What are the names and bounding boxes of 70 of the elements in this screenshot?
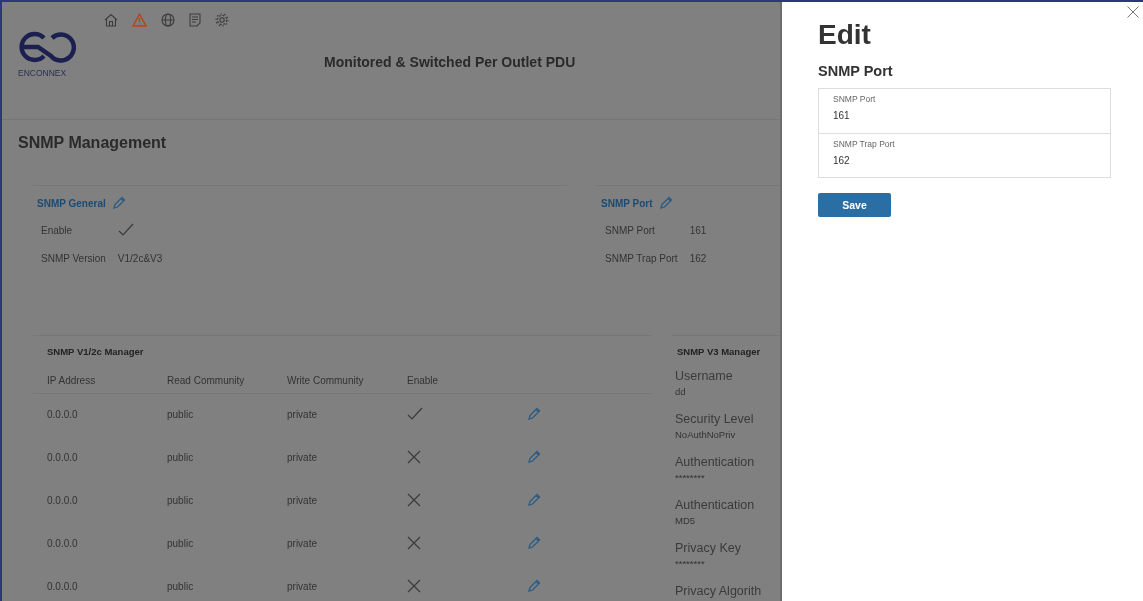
home-icon[interactable] <box>104 13 118 27</box>
field-label: Authentication <box>675 455 756 469</box>
field-label: SNMP Port <box>833 94 876 104</box>
field-value: MD5 <box>675 515 697 526</box>
column-header: Read Community <box>167 375 245 387</box>
table-cell: 0.0.0.0 <box>47 409 78 421</box>
table-cell: private <box>287 581 317 592</box>
table-cell: private <box>287 452 317 463</box>
field-label: SNMP Trap Port <box>833 139 895 149</box>
table-cell: public <box>167 495 194 506</box>
cross-icon <box>407 449 421 464</box>
field-value: ******** <box>675 558 706 569</box>
column-header: Enable <box>407 375 439 387</box>
panel-heading: SNMP General <box>37 197 106 209</box>
field-label: SNMP Trap Port <box>604 251 678 266</box>
table-cell: 0.0.0.0 <box>47 495 78 506</box>
check-icon <box>407 406 423 421</box>
log-icon[interactable] <box>189 13 201 27</box>
table-cell: public <box>167 538 194 549</box>
pencil-icon[interactable] <box>658 196 673 210</box>
field-value: dd <box>675 386 687 397</box>
table-cell: public <box>167 581 194 592</box>
globe-icon[interactable] <box>161 13 175 27</box>
pencil-icon[interactable] <box>527 406 541 421</box>
form-heading: SNMP Port <box>818 63 893 79</box>
field-label: Privacy Algorith <box>675 584 763 598</box>
table-cell: 0.0.0.0 <box>47 452 78 463</box>
field-label: Privacy Key <box>675 541 742 555</box>
pencil-icon[interactable] <box>111 196 126 210</box>
pencil-icon[interactable] <box>527 535 541 550</box>
cross-icon <box>407 492 421 507</box>
pencil-icon[interactable] <box>527 578 541 593</box>
settings-icon[interactable] <box>215 13 229 27</box>
field-value: NoAuthNoPriv <box>675 429 737 440</box>
input-field[interactable]: 161 <box>833 110 1033 121</box>
logo-text: ENCONNEX <box>18 68 68 78</box>
field-value: ******** <box>675 472 706 483</box>
table-cell: 0.0.0.0 <box>47 538 78 549</box>
field-label: Enable <box>40 223 74 238</box>
table-cell: private <box>287 409 317 421</box>
field-label: SNMP Version <box>40 251 106 266</box>
field-value: 161 <box>689 223 708 238</box>
field-value: V1/2c&V3 <box>117 251 164 266</box>
table-cell: private <box>287 538 317 549</box>
field-label: SNMP Port <box>604 223 656 238</box>
panel-heading: SNMP V1/2c Manager <box>47 346 144 357</box>
field-value: 162 <box>689 251 708 266</box>
section-title: SNMP Management <box>18 134 167 151</box>
panel-title: Edit <box>818 19 871 50</box>
close-icon <box>1127 6 1139 18</box>
warning-icon[interactable] <box>132 13 147 27</box>
field-label: Username <box>675 369 734 383</box>
table-cell: public <box>167 452 194 463</box>
table-cell: private <box>287 495 317 506</box>
table-cell: 0.0.0.0 <box>47 581 78 592</box>
panel-heading: SNMP Port <box>601 197 653 209</box>
cross-icon <box>407 578 421 593</box>
column-header: IP Address <box>47 375 96 387</box>
pencil-icon[interactable] <box>527 449 541 464</box>
column-header: Write Community <box>287 375 364 387</box>
table-cell: public <box>167 409 194 421</box>
save-button[interactable]: Save <box>818 193 891 217</box>
pencil-icon[interactable] <box>527 492 541 507</box>
input-field[interactable]: 162 <box>833 155 1033 166</box>
panel-heading: SNMP V3 Manager <box>677 346 761 357</box>
field-label: Authentication <box>675 498 756 512</box>
cross-icon <box>407 535 421 550</box>
check-icon <box>117 223 134 237</box>
field-label: Security Level <box>675 412 755 426</box>
page-header-title: Monitored & Switched Per Outlet PDU <box>324 54 576 72</box>
